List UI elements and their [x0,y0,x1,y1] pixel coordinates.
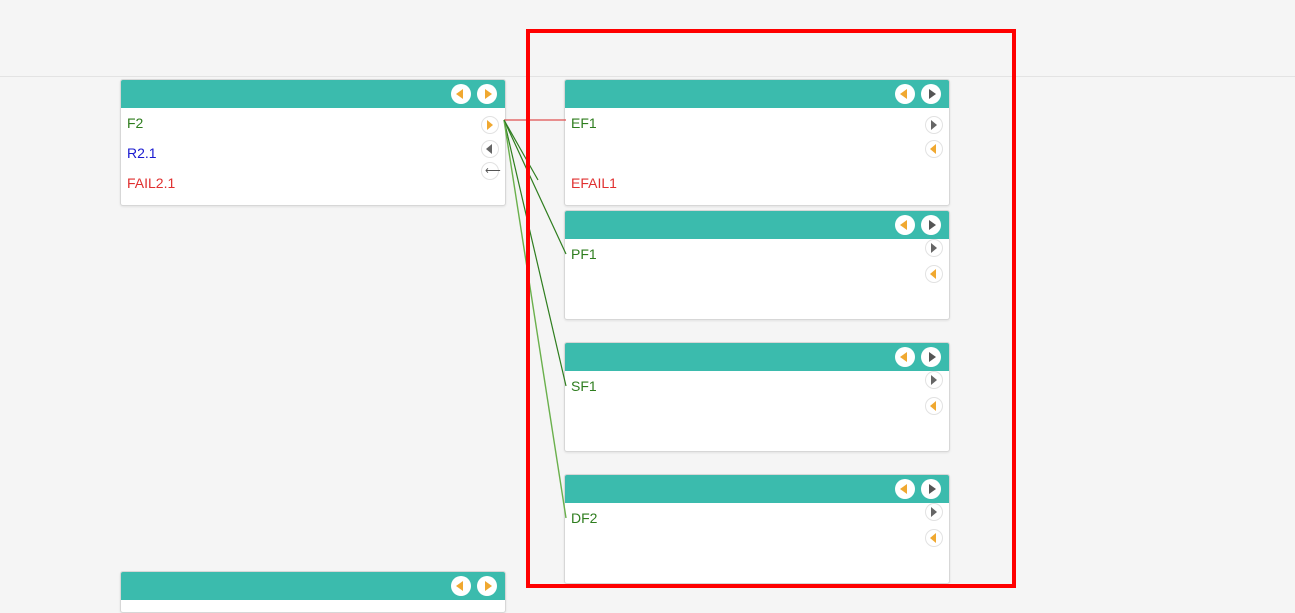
link-f2-df2 [503,119,567,519]
output-port-icon[interactable] [925,503,943,521]
collapse-left-icon[interactable] [895,215,915,235]
function-label-sf1[interactable]: SF1 [571,378,597,394]
requirement-label-r2-1[interactable]: R2.1 [127,145,157,161]
input-port-icon[interactable] [925,265,943,283]
failure-label-efail1[interactable]: EFAIL1 [571,175,617,191]
toolbar-divider [0,76,1295,77]
expand-right-icon[interactable] [921,84,941,104]
failure-label-fail2-1[interactable]: FAIL2.1 [127,175,175,191]
expand-right-icon[interactable] [921,215,941,235]
input-port-icon[interactable] [925,140,943,158]
input-port-icon[interactable] [925,529,943,547]
collapse-left-icon[interactable] [451,576,471,596]
node-card-ecu[interactable]: ECU EF1 EFAIL1 [564,79,950,206]
link-f2-sf1 [503,119,567,387]
node-header[interactable]: Front Impact Airbag System [121,80,505,130]
collapse-left-icon[interactable] [451,84,471,104]
node-card-front-sensor[interactable]: Front Sensor SF1 [564,342,950,452]
expand-right-icon[interactable] [921,479,941,499]
node-title: Front Sensor [591,376,689,393]
output-port-icon[interactable] [925,239,943,257]
node-card-front-impact-airbag-system-2[interactable]: Front Impact Airbag System [120,571,506,613]
node-card-driver-airbag[interactable]: Driver Airbag DF2 [564,474,950,584]
expand-right-icon[interactable] [921,347,941,367]
node-header[interactable]: Front Sensor [565,343,949,393]
output-port-icon[interactable] [925,116,943,134]
function-label-f2[interactable]: F2 [127,115,143,131]
collapse-left-icon[interactable] [895,84,915,104]
node-title: Front Impact Airbag System [148,605,345,612]
node-card-passenger-airbag[interactable]: Passenger Airbag PF1 [564,210,950,320]
output-port-icon[interactable] [481,116,499,134]
node-header[interactable]: Passenger Airbag [565,211,949,261]
node-header[interactable]: ECU [565,80,949,130]
node-header[interactable]: Driver Airbag [565,475,949,525]
expand-right-icon[interactable] [477,84,497,104]
link-f2-pf1 [503,119,567,255]
function-label-df2[interactable]: DF2 [571,510,597,526]
input-port-icon[interactable] [481,140,499,158]
input-port-icon[interactable] [925,397,943,415]
collapse-left-icon[interactable] [895,479,915,499]
node-title: Passenger Airbag [591,244,719,261]
function-label-ef1[interactable]: EF1 [571,115,597,131]
node-header[interactable]: Front Impact Airbag System [121,572,505,612]
collapse-left-icon[interactable] [895,347,915,367]
output-port-icon[interactable] [925,371,943,389]
node-card-front-impact-airbag-system[interactable]: Front Impact Airbag System F2 R2.1 FAIL2… [120,79,506,206]
expand-right-icon[interactable] [477,576,497,596]
link-f2-ecu-branch [503,119,539,181]
node-title: Driver Airbag [591,508,685,525]
function-label-pf1[interactable]: PF1 [571,246,597,262]
node-title: Front Impact Airbag System [147,113,346,130]
arrow-left-icon[interactable] [481,162,501,180]
